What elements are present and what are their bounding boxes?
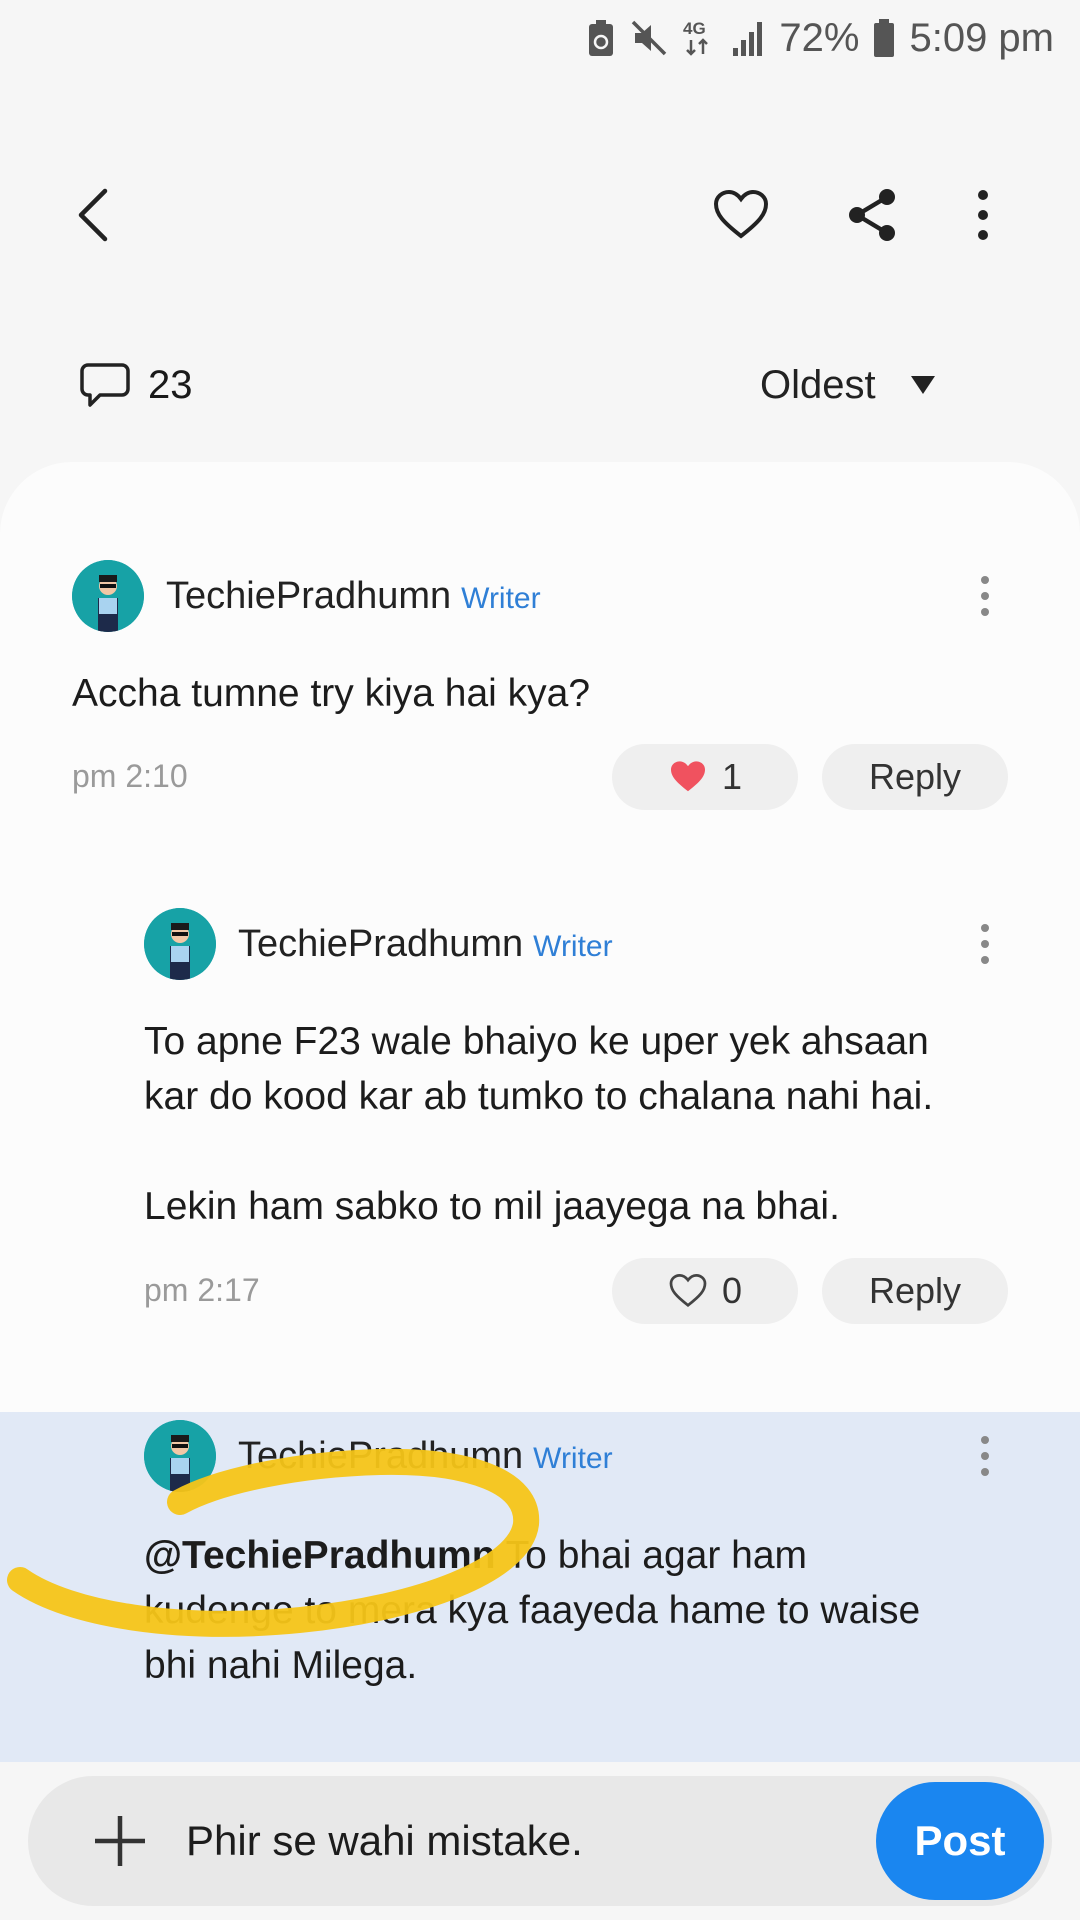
comment-text: @TechiePradhumn To bhai agar ham kudenge…: [144, 1528, 920, 1693]
reply-button[interactable]: Reply: [822, 1258, 1008, 1324]
back-button[interactable]: [48, 170, 138, 260]
more-vertical-icon: [978, 190, 988, 240]
comment-time: pm 2:17: [144, 1272, 260, 1308]
comments-list: TechiePradhumn Writer Accha tumne try ki…: [0, 462, 1080, 1762]
svg-text:4G: 4G: [683, 19, 706, 38]
comment-item: TechiePradhumn Writer To apne F23 wale b…: [0, 808, 1080, 1324]
more-vertical-icon: [981, 1436, 989, 1476]
comment-line: Lekin ham sabko to mil jaayega na bhai.: [144, 1185, 840, 1228]
comment-bubble-icon: [80, 363, 130, 407]
avatar[interactable]: [144, 1420, 216, 1492]
writer-badge: Writer: [533, 1442, 613, 1475]
comment-input-container: Post: [28, 1776, 1052, 1906]
top-app-bar: [0, 170, 1080, 260]
reply-label: Reply: [868, 1270, 962, 1311]
comment-count-value: 23: [148, 362, 193, 407]
author-row: TechiePradhumn Writer: [238, 908, 613, 980]
status-bar: 4G 72% 5:09 pm: [0, 0, 1080, 76]
author-row: TechiePradhumn Writer: [166, 560, 541, 632]
reply-label: Reply: [868, 756, 962, 797]
avatar[interactable]: [144, 908, 216, 980]
dropdown-triangle-icon: [910, 376, 935, 394]
comment-line: kudenge to mera kya faayeda hame to wais…: [144, 1589, 921, 1632]
comment-text: To apne F23 wale bhaiyo ke uper yek ahsa…: [144, 1014, 933, 1234]
writer-badge: Writer: [461, 582, 541, 615]
add-attachment-button[interactable]: [80, 1801, 160, 1881]
post-button[interactable]: Post: [876, 1782, 1044, 1900]
like-count: 0: [721, 1270, 743, 1311]
comment-text-rest: To bhai agar ham: [495, 1534, 808, 1577]
author-name[interactable]: TechiePradhumn: [166, 575, 451, 618]
author-name[interactable]: TechiePradhumn: [238, 923, 523, 966]
author-row: TechiePradhumn Writer: [238, 1420, 613, 1492]
sort-dropdown[interactable]: Oldest: [760, 350, 936, 420]
heart-outline-icon: [669, 1274, 707, 1308]
more-vertical-icon: [981, 924, 989, 964]
clock: 5:09 pm: [909, 15, 1054, 60]
avatar[interactable]: [72, 560, 144, 632]
heart-outline-icon: [713, 190, 769, 239]
author-name[interactable]: TechiePradhumn: [238, 1435, 523, 1478]
comment-line: To apne F23 wale bhaiyo ke uper yek ahsa…: [144, 1020, 929, 1063]
comment-count: 23: [80, 350, 193, 420]
comments-header: 23 Oldest: [0, 350, 1080, 420]
comment-text: Accha tumne try kiya hai kya?: [72, 672, 591, 715]
comment-more-button[interactable]: [970, 566, 1000, 626]
more-options-button[interactable]: [938, 170, 1028, 260]
comment-more-button[interactable]: [970, 1426, 1000, 1486]
comment-more-button[interactable]: [970, 914, 1000, 974]
battery-icon: [873, 18, 895, 58]
heart-filled-icon: [670, 761, 705, 792]
comment-line: @TechiePradhumn To bhai agar ham: [144, 1528, 920, 1583]
like-count: 1: [721, 756, 743, 797]
sort-label: Oldest: [760, 362, 876, 407]
user-mention[interactable]: @TechiePradhumn: [144, 1534, 496, 1577]
network-4g-icon: 4G: [683, 16, 717, 60]
reply-button[interactable]: Reply: [822, 744, 1008, 810]
back-arrow-icon: [78, 188, 108, 242]
favorite-button[interactable]: [696, 170, 786, 260]
comment-line: bhi nahi Milega.: [144, 1644, 418, 1687]
share-button[interactable]: [828, 170, 918, 260]
more-vertical-icon: [981, 576, 989, 616]
comment-composer: Post: [0, 1762, 1080, 1920]
plus-icon: [95, 1816, 145, 1866]
like-button[interactable]: 1: [612, 744, 798, 810]
mute-icon: [629, 18, 669, 58]
comment-item: TechiePradhumn Writer Accha tumne try ki…: [0, 462, 1080, 810]
comment-item-highlighted: TechiePradhumn Writer @TechiePradhumn To…: [0, 1412, 1080, 1762]
comment-input[interactable]: [186, 1806, 706, 1876]
comment-line: kar do kood kar ab tumko to chalana nahi…: [144, 1075, 934, 1118]
share-icon: [849, 189, 895, 241]
writer-badge: Writer: [533, 930, 613, 963]
battery-percent: 72%: [779, 15, 860, 60]
like-button[interactable]: 0: [612, 1258, 798, 1324]
signal-icon: [731, 18, 765, 58]
battery-saver-icon: [587, 18, 615, 58]
comment-time: pm 2:10: [72, 758, 188, 794]
